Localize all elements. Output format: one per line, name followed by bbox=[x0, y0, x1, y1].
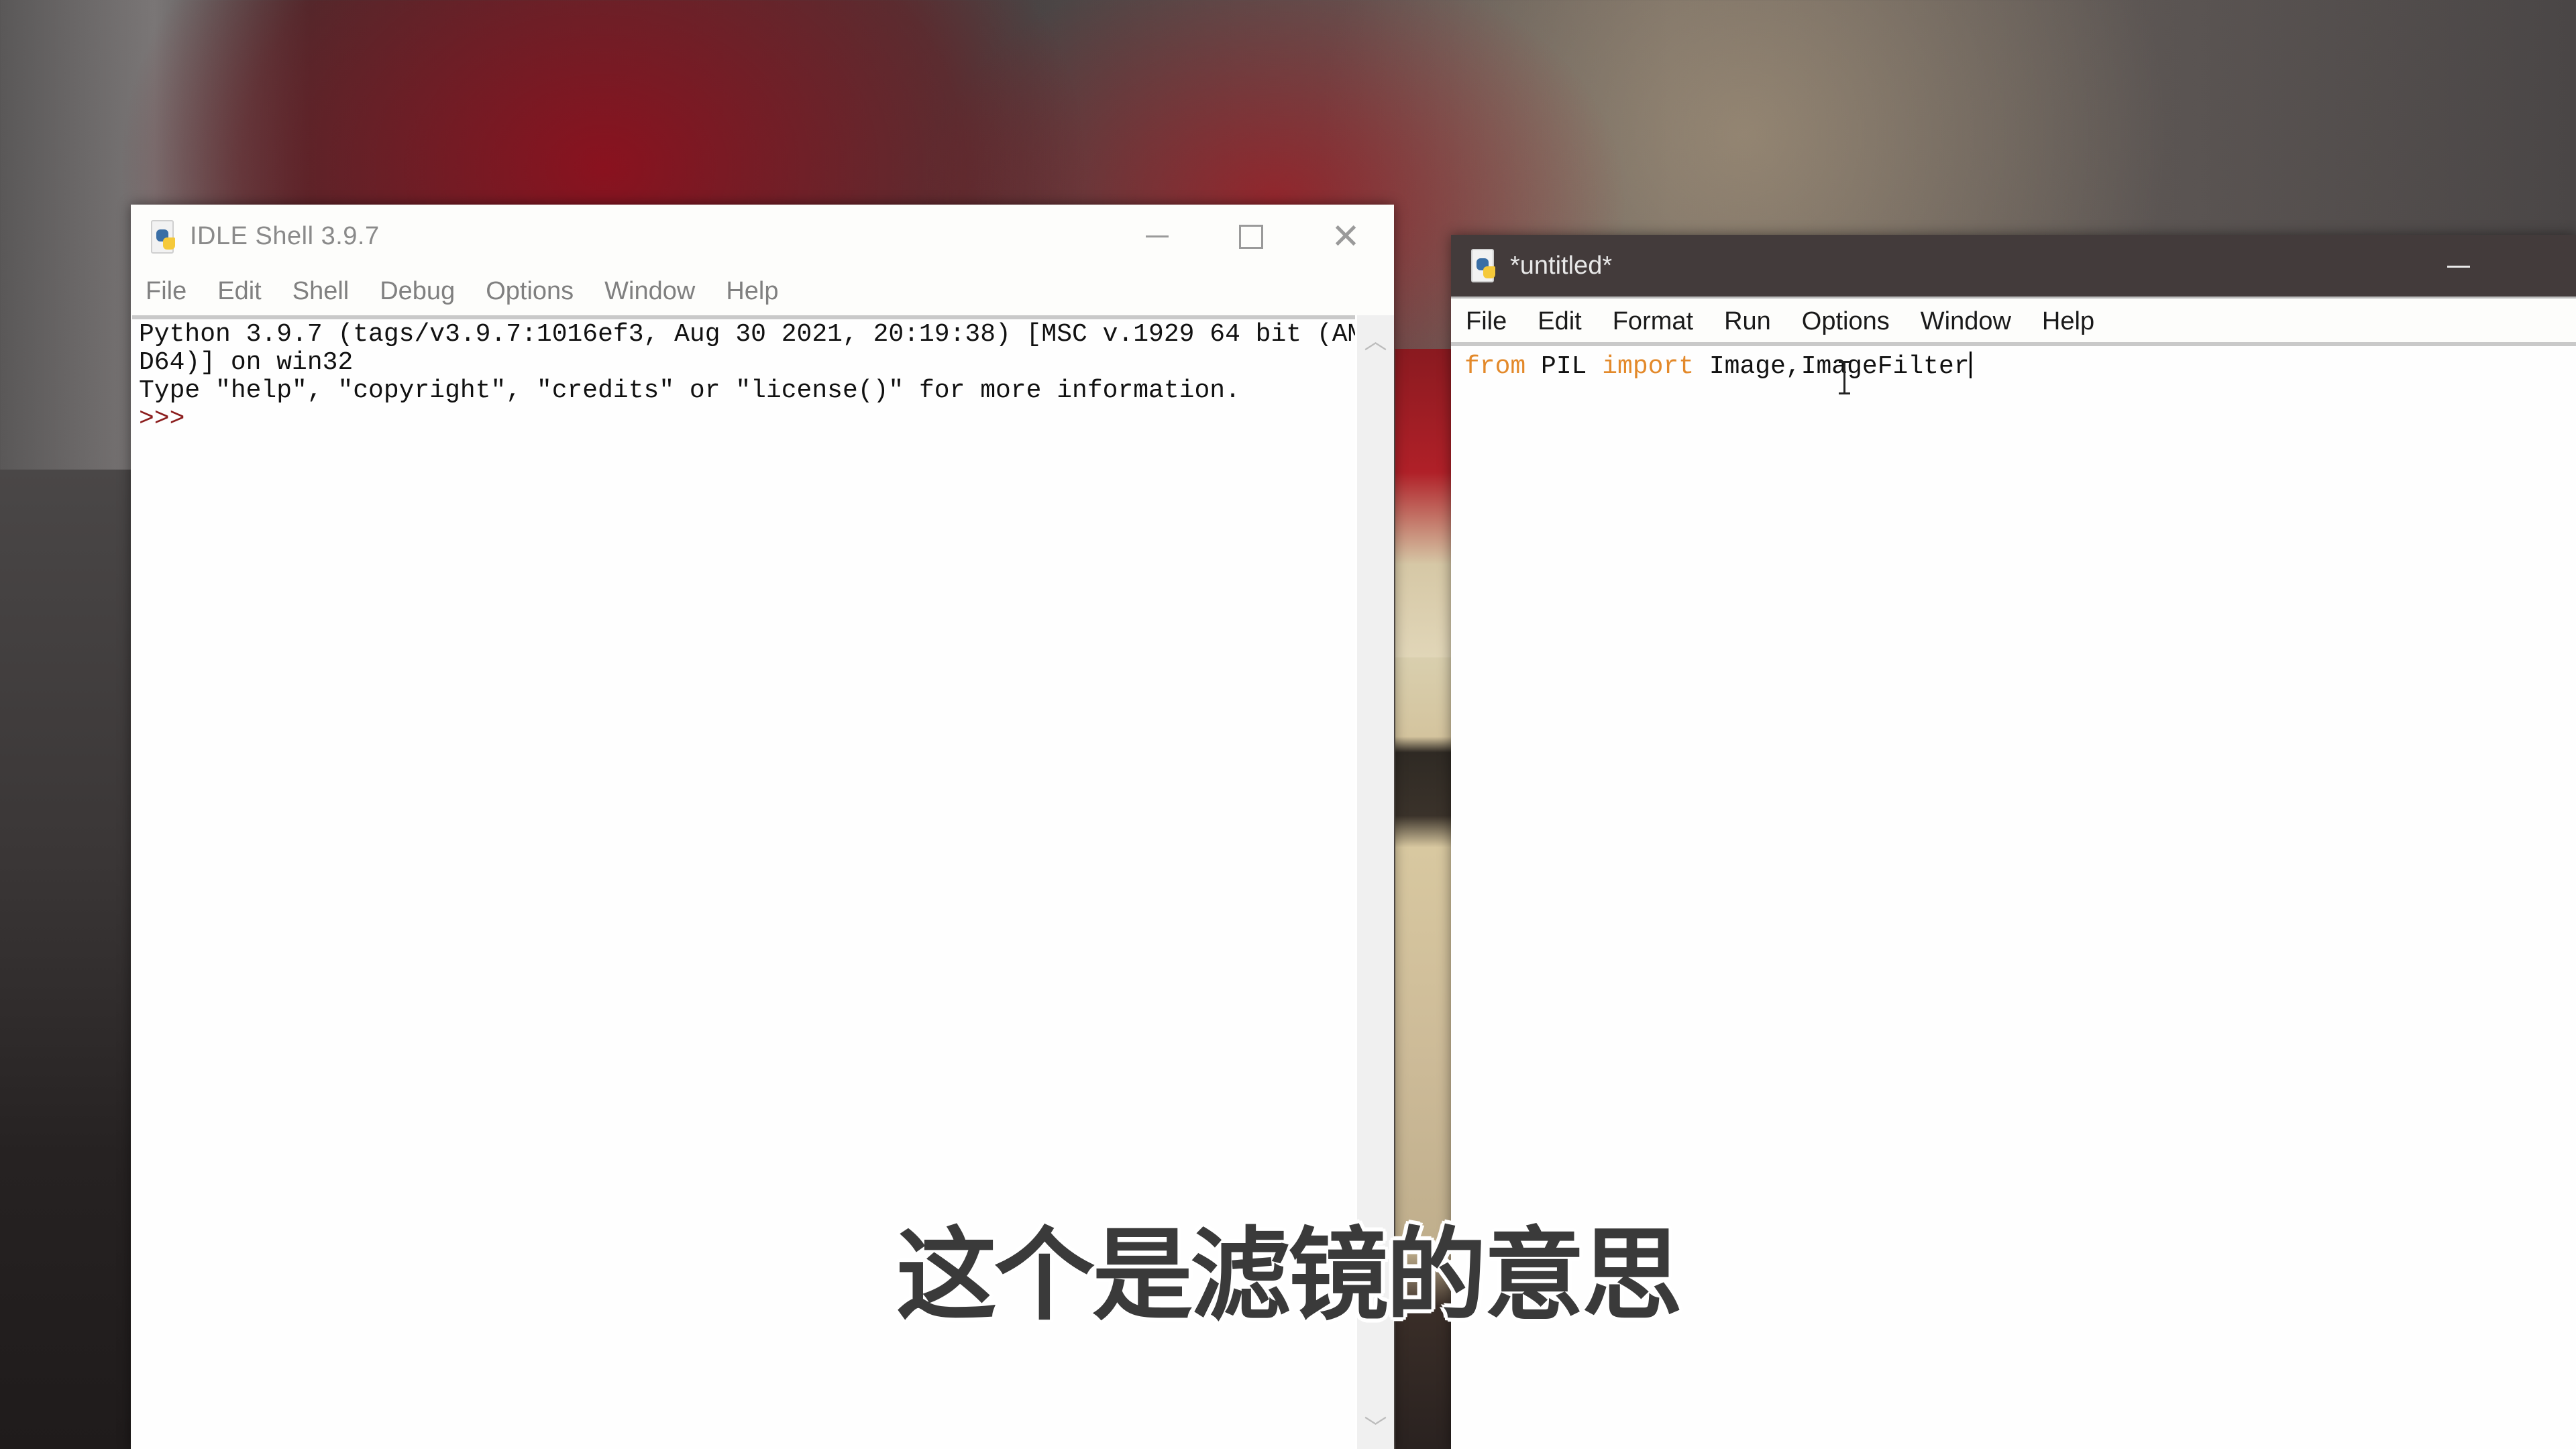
menu-file[interactable]: File bbox=[132, 277, 202, 306]
shell-titlebar[interactable]: IDLE Shell 3.9.7 ✕ bbox=[131, 205, 1394, 268]
menu-debug[interactable]: Debug bbox=[364, 277, 470, 306]
close-icon[interactable]: ✕ bbox=[1299, 205, 1393, 268]
code-names: Image,ImageFilter bbox=[1694, 352, 1970, 381]
text-caret bbox=[1969, 352, 1972, 378]
shell-window-title: IDLE Shell 3.9.7 bbox=[190, 222, 380, 250]
code-keyword-from: from bbox=[1464, 352, 1526, 381]
menu-window[interactable]: Window bbox=[589, 277, 710, 306]
editor-titlebar[interactable]: *untitled* bbox=[1451, 235, 2576, 297]
video-subtitle: 这个是滤镜的意思 bbox=[896, 1218, 1682, 1334]
editor-window-title: *untitled* bbox=[1510, 251, 1613, 280]
shell-output-line: Type "help", "copyright", "credits" or "… bbox=[139, 376, 1240, 405]
menu-format[interactable]: Format bbox=[1597, 307, 1709, 336]
minimize-icon[interactable] bbox=[1110, 205, 1204, 268]
shell-menubar: File Edit Shell Debug Options Window Hel… bbox=[132, 268, 1394, 314]
maximize-icon[interactable] bbox=[1204, 205, 1298, 268]
minimize-icon[interactable] bbox=[2412, 235, 2506, 299]
menu-edit[interactable]: Edit bbox=[202, 277, 276, 306]
python-idle-icon bbox=[1468, 249, 1498, 282]
maximize-icon[interactable] bbox=[2549, 235, 2576, 299]
menu-help[interactable]: Help bbox=[710, 277, 794, 306]
menu-options[interactable]: Options bbox=[1786, 307, 1905, 336]
menu-help[interactable]: Help bbox=[2027, 307, 2110, 336]
python-idle-icon bbox=[148, 219, 178, 254]
scroll-down-icon[interactable]: ﹀ bbox=[1357, 1409, 1394, 1442]
shell-output-line: Python 3.9.7 (tags/v3.9.7:1016ef3, Aug 3… bbox=[139, 320, 1357, 349]
menu-run[interactable]: Run bbox=[1709, 307, 1786, 336]
scroll-up-icon[interactable]: ︿ bbox=[1357, 322, 1394, 356]
editor-menubar: File Edit Format Run Options Window Help bbox=[1451, 297, 2576, 344]
menu-shell[interactable]: Shell bbox=[277, 277, 365, 306]
menu-window[interactable]: Window bbox=[1905, 307, 2027, 336]
shell-prompt: >>> bbox=[139, 405, 185, 433]
desktop-wallpaper-gap-top bbox=[1395, 349, 1452, 657]
menu-file[interactable]: File bbox=[1451, 307, 1522, 336]
menu-edit[interactable]: Edit bbox=[1522, 307, 1597, 336]
code-keyword-import: import bbox=[1602, 352, 1695, 381]
menu-options[interactable]: Options bbox=[470, 277, 589, 306]
code-module: PIL bbox=[1525, 352, 1603, 381]
shell-output-line: D64)] on win32 bbox=[139, 348, 354, 377]
ibeam-cursor-icon bbox=[1839, 361, 1850, 394]
